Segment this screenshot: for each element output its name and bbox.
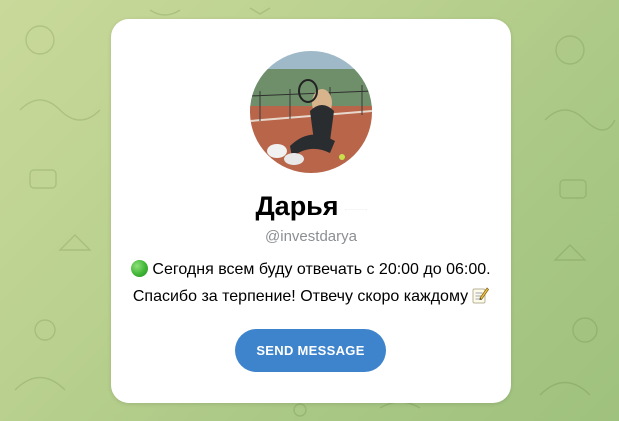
profile-name: Дарья bbox=[255, 191, 339, 221]
profile-name-row: Дарья bbox=[111, 187, 511, 225]
bio-line: Сегодня всем буду отвечать с 20:00 до 06… bbox=[119, 256, 503, 283]
bio-line-1: Сегодня всем буду отвечать с 20:00 до 06… bbox=[152, 261, 491, 278]
avatar-photo bbox=[250, 51, 372, 173]
avatar[interactable] bbox=[250, 51, 372, 173]
green-circle-icon bbox=[131, 260, 149, 277]
send-message-button[interactable]: SEND MESSAGE bbox=[235, 329, 386, 372]
profile-card: Дарья @investdarya Сегодня всем буду отв… bbox=[111, 19, 511, 403]
profile-bio: Сегодня всем буду отвечать с 20:00 до 06… bbox=[119, 256, 503, 313]
bio-line: Спасибо за терпение! Отвечу скоро каждом… bbox=[119, 283, 503, 313]
profile-username: @investdarya bbox=[265, 228, 357, 245]
memo-icon bbox=[471, 286, 490, 313]
bio-line-2: Спасибо за терпение! Отвечу скоро каждом… bbox=[132, 288, 469, 305]
russia-flag-icon bbox=[344, 197, 367, 213]
